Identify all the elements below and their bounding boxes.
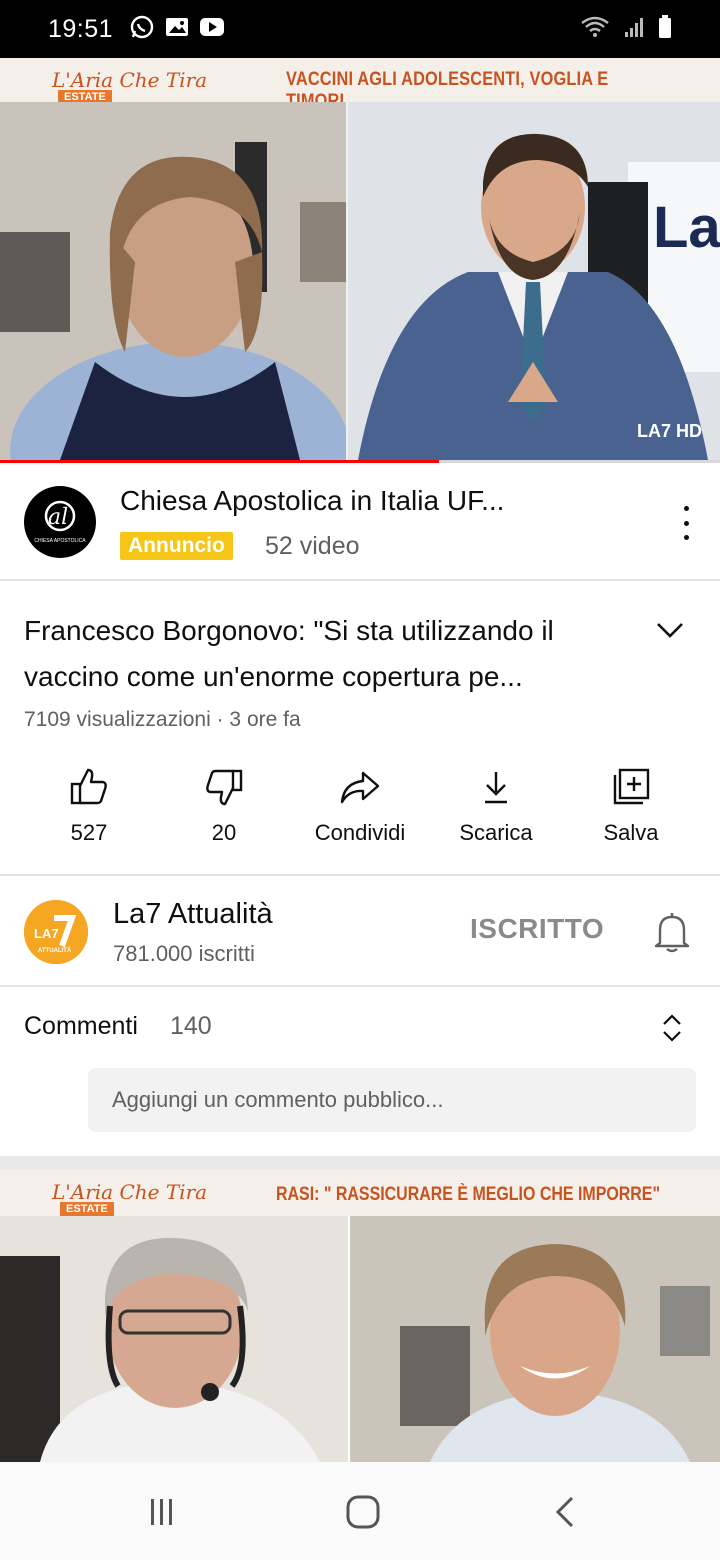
channel-name[interactable]: La7 Attualità [113, 898, 273, 931]
ad-logo-icon: al [44, 500, 76, 532]
comments-expand-icon[interactable] [660, 1010, 684, 1046]
action-bar: 527 20 Condividi Scarica Salva [0, 762, 720, 874]
share-icon [292, 762, 428, 812]
next-video-thumbnail[interactable]: L'Aria Che Tira ESTATE RASI: " RASSICURA… [0, 1170, 720, 1462]
ad-channel-avatar[interactable]: al CHIESA APOSTOLICA [24, 486, 96, 558]
next-video-image [0, 1216, 720, 1462]
download-icon [428, 762, 564, 812]
ad-badge: Annuncio [120, 532, 233, 560]
system-nav-bar [0, 1462, 720, 1560]
battery-icon [658, 14, 672, 44]
next-video-headline: RASI: " RASSICURARE È MEGLIO CHE IMPORRE… [276, 1184, 661, 1205]
channel-bug: LA7 HD [636, 421, 702, 441]
woman-guest-image [0, 102, 350, 463]
channel-avatar-text: LA7 [34, 926, 59, 941]
channel-avatar[interactable]: LA7 ATTUALITÀ [24, 900, 88, 964]
download-label: Scarica [459, 820, 533, 845]
expand-description-icon[interactable] [652, 615, 688, 645]
channel-subscribers: 781.000 iscritti [113, 941, 255, 966]
image-icon [165, 16, 189, 43]
show-logo: L'Aria Che Tira ESTATE [52, 68, 208, 104]
wifi-icon [580, 15, 610, 44]
ad-avatar-label: CHIESA APOSTOLICA [34, 538, 86, 544]
next-video-banner: L'Aria Che Tira ESTATE RASI: " RASSICURA… [0, 1170, 720, 1216]
video-title[interactable]: Francesco Borgonovo: "Si sta utilizzando… [24, 608, 634, 700]
video-frame-right: La LA7 HD [348, 102, 720, 460]
share-button[interactable]: Condividi [292, 762, 428, 846]
comment-input[interactable]: Aggiungi un commento pubblico... [88, 1068, 696, 1132]
status-time: 19:51 [48, 14, 114, 43]
svg-text:La: La [653, 195, 720, 260]
dislike-button[interactable]: 20 [156, 762, 292, 846]
back-icon[interactable] [543, 1490, 587, 1534]
recent-apps-icon[interactable] [140, 1490, 184, 1534]
save-label: Salva [603, 820, 659, 845]
comments-count: 140 [170, 1012, 212, 1040]
next-show-logo: L'Aria Che Tira [52, 1180, 208, 1204]
man-guest-image: La [348, 102, 720, 460]
subscribe-button[interactable]: ISCRITTO [470, 913, 604, 945]
channel-avatar-subtext: ATTUALITÀ [38, 947, 72, 954]
signal-icon [624, 16, 644, 43]
notification-bell-icon[interactable] [652, 909, 692, 953]
share-label: Condividi [314, 820, 406, 845]
save-button[interactable]: Salva [563, 762, 699, 846]
svg-text:al: al [48, 505, 68, 530]
video-banner: L'Aria Che Tira ESTATE VACCINI AGLI ADOL… [0, 58, 720, 112]
ad-row[interactable] [0, 463, 720, 581]
like-button[interactable]: 527 [21, 762, 157, 846]
divider [0, 985, 720, 987]
more-options-icon[interactable] [672, 506, 700, 540]
dislike-count: 20 [211, 820, 237, 845]
youtube-icon [199, 17, 225, 42]
video-frame-left [0, 102, 350, 463]
divider [0, 874, 720, 876]
thumbs-up-icon [21, 762, 157, 812]
next-show-logo-badge: ESTATE [60, 1202, 114, 1216]
video-player[interactable]: L'Aria Che Tira ESTATE VACCINI AGLI ADOL… [0, 58, 720, 463]
download-button[interactable]: Scarica [428, 762, 564, 846]
ad-meta: 52 video [265, 532, 360, 560]
whatsapp-icon [129, 14, 155, 45]
home-icon[interactable] [341, 1490, 385, 1534]
like-count: 527 [70, 820, 108, 845]
status-bar: 19:51 [0, 0, 720, 58]
thumbs-down-icon [156, 762, 292, 812]
comments-label[interactable]: Commenti [24, 1012, 138, 1041]
ad-title[interactable]: Chiesa Apostolica in Italia UF... [120, 485, 504, 517]
video-meta: 7109 visualizzazioni · 3 ore fa [24, 708, 301, 731]
section-separator [0, 1156, 720, 1170]
save-playlist-icon [563, 762, 699, 812]
